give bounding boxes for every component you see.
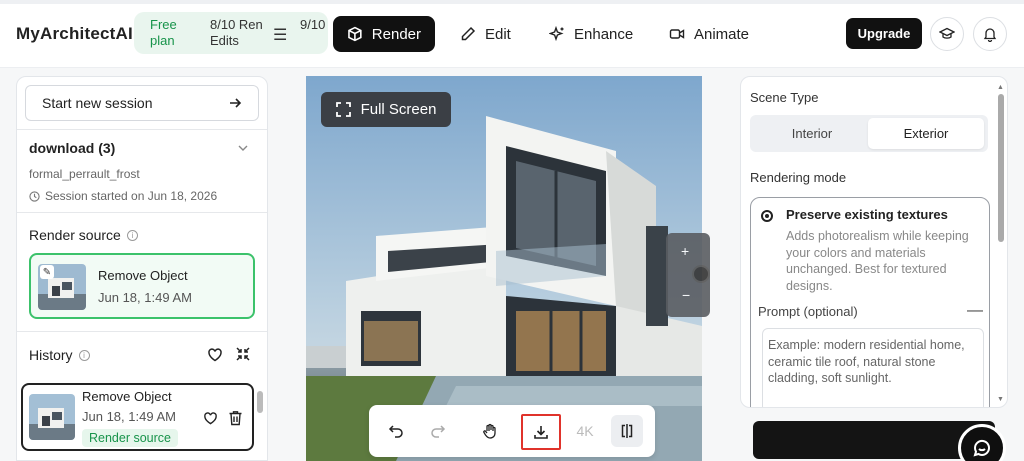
rendered-image bbox=[306, 76, 702, 461]
start-new-session-button[interactable]: Start new session bbox=[25, 85, 259, 121]
prompt-input[interactable]: Example: modern residential home, cerami… bbox=[762, 328, 984, 407]
rendering-mode-label: Rendering mode bbox=[750, 170, 847, 185]
divider bbox=[17, 129, 267, 130]
mode-title: Preserve existing textures bbox=[786, 207, 948, 222]
history-item-title: Remove Object bbox=[82, 389, 172, 404]
info-icon[interactable]: i bbox=[126, 229, 138, 241]
render-source-date: Jun 18, 1:49 AM bbox=[98, 290, 192, 305]
session-panel: Start new session download (3) formal_pe… bbox=[16, 76, 268, 461]
menu-icon[interactable]: ☰ bbox=[273, 25, 287, 45]
history-item-date: Jun 18, 1:49 AM bbox=[82, 409, 176, 424]
render-source-heading: Render source i bbox=[29, 227, 138, 243]
compare-button[interactable] bbox=[611, 415, 643, 447]
mode-description: Adds photorealism while keeping your col… bbox=[786, 229, 969, 293]
sparkle-icon bbox=[549, 26, 564, 42]
chevron-down-icon[interactable] bbox=[237, 142, 249, 154]
heart-icon[interactable] bbox=[203, 411, 218, 426]
undo-icon bbox=[388, 425, 403, 438]
support-chat-button[interactable] bbox=[958, 424, 1006, 461]
collapse-icon[interactable] bbox=[236, 347, 250, 361]
notifications-button[interactable] bbox=[973, 17, 1007, 51]
redo-icon bbox=[431, 425, 446, 438]
expand-icon bbox=[335, 102, 351, 117]
history-thumbnail bbox=[29, 394, 75, 440]
download-button[interactable] bbox=[521, 414, 561, 450]
upgrade-button[interactable]: Upgrade bbox=[846, 18, 922, 49]
zoom-in-button[interactable]: + bbox=[681, 243, 689, 259]
full-screen-button[interactable]: Full Screen bbox=[321, 92, 451, 127]
upscale-4k-button[interactable]: 4K bbox=[569, 415, 601, 447]
history-item[interactable]: Remove Object Jun 18, 1:49 AM Render sou… bbox=[21, 383, 254, 451]
scene-exterior-option[interactable]: Exterior bbox=[868, 118, 984, 149]
render-source-badge: Render source bbox=[82, 429, 178, 447]
video-icon bbox=[669, 29, 685, 39]
prompt-label: Prompt (optional) bbox=[758, 304, 858, 319]
render-credits-text: 8/10 Ren Edits bbox=[210, 17, 263, 48]
scene-interior-option[interactable]: Interior bbox=[754, 118, 870, 149]
settings-scrollbar[interactable]: ▲ ▼ bbox=[997, 84, 1005, 406]
redo-button[interactable] bbox=[422, 415, 454, 447]
start-new-session-label: Start new session bbox=[42, 95, 153, 111]
tab-edit-label: Edit bbox=[485, 25, 511, 43]
chat-icon bbox=[973, 439, 990, 457]
full-screen-label: Full Screen bbox=[360, 101, 437, 118]
session-name: formal_perrault_frost bbox=[29, 167, 140, 181]
history-scrollbar[interactable] bbox=[257, 381, 263, 460]
trash-icon[interactable] bbox=[228, 410, 243, 426]
canvas-toolbar: 4K bbox=[369, 405, 655, 457]
bell-icon bbox=[983, 28, 997, 42]
scroll-down-icon[interactable]: ▼ bbox=[997, 396, 1004, 403]
history-heading: History i bbox=[29, 347, 90, 363]
undo-button[interactable] bbox=[380, 415, 412, 447]
session-start-text: Session started on Jun 18, 2026 bbox=[45, 189, 218, 203]
scrollbar-thumb[interactable] bbox=[257, 391, 263, 413]
arrow-right-icon bbox=[230, 98, 242, 108]
scrollbar-thumb[interactable] bbox=[998, 94, 1004, 242]
settings-panel: Scene Type Interior Exterior Rendering m… bbox=[740, 76, 1008, 408]
rendering-mode-card[interactable]: Preserve existing textures Adds photorea… bbox=[750, 197, 990, 407]
tab-animate[interactable]: Animate bbox=[655, 16, 763, 52]
graduation-cap-icon bbox=[939, 27, 955, 39]
prompt-collapse-button[interactable]: — bbox=[967, 302, 983, 320]
tutorials-button[interactable] bbox=[930, 17, 964, 51]
zoom-slider[interactable]: + − bbox=[666, 233, 710, 317]
mode-radio[interactable] bbox=[761, 210, 773, 222]
divider bbox=[17, 331, 267, 332]
divider bbox=[17, 212, 267, 213]
scene-type-label: Scene Type bbox=[750, 90, 819, 105]
session-title[interactable]: download (3) bbox=[29, 140, 115, 156]
pan-button[interactable] bbox=[474, 415, 506, 447]
download-icon bbox=[534, 426, 548, 439]
cube-icon bbox=[348, 26, 362, 42]
hand-icon bbox=[483, 423, 496, 439]
tab-enhance[interactable]: Enhance bbox=[535, 16, 647, 52]
history-label: History bbox=[29, 347, 73, 363]
plan-badge: Free plan bbox=[150, 17, 177, 48]
clock-icon bbox=[29, 190, 40, 202]
tab-enhance-label: Enhance bbox=[574, 25, 634, 43]
compare-icon bbox=[621, 424, 633, 438]
tab-render[interactable]: Render bbox=[333, 16, 435, 52]
scene-type-toggle: Interior Exterior bbox=[750, 115, 988, 152]
tab-edit[interactable]: Edit bbox=[446, 16, 525, 52]
render-credits: 8/10 Ren Edits bbox=[210, 17, 270, 49]
zoom-out-button[interactable]: − bbox=[682, 287, 690, 303]
render-source-title: Remove Object bbox=[98, 268, 188, 283]
heart-icon[interactable] bbox=[207, 347, 223, 363]
zoom-handle[interactable] bbox=[692, 265, 710, 283]
pencil-icon: ✎ bbox=[40, 265, 54, 279]
render-source-card[interactable]: ✎ Remove Object Jun 18, 1:49 AM bbox=[29, 253, 255, 319]
render-canvas[interactable]: Full Screen bbox=[306, 76, 702, 461]
session-start-info: Session started on Jun 18, 2026 bbox=[29, 189, 217, 203]
edit-credits: 9/10 bbox=[300, 17, 326, 32]
render-source-label: Render source bbox=[29, 227, 121, 243]
top-bar: MyArchitectAI Free plan 8/10 Ren Edits ☰ … bbox=[0, 0, 1024, 68]
info-icon[interactable]: i bbox=[78, 349, 90, 361]
scroll-up-icon[interactable]: ▲ bbox=[997, 84, 1004, 91]
app-title[interactable]: MyArchitectAI bbox=[16, 24, 133, 44]
tab-render-label: Render bbox=[371, 25, 421, 43]
pencil-icon bbox=[461, 26, 476, 41]
tab-animate-label: Animate bbox=[694, 25, 750, 43]
